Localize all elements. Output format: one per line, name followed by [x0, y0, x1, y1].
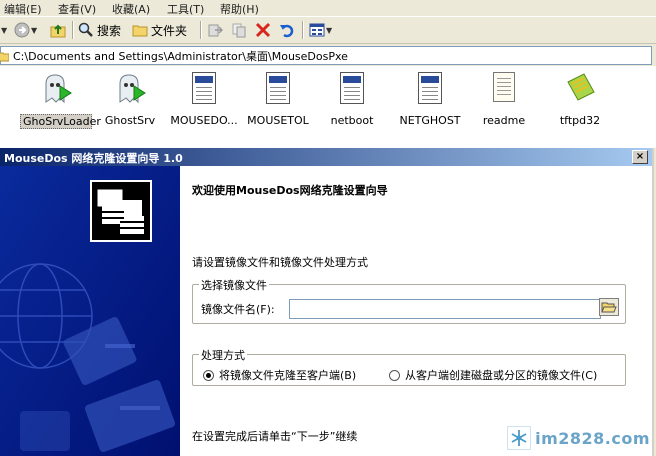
address-field[interactable]: C:\Documents and Settings\Administrator\…: [0, 46, 652, 65]
views-grid-icon: [309, 22, 325, 38]
search-label: 搜索: [97, 23, 122, 38]
file-name: GhoSrvLoader: [20, 114, 101, 129]
watermark-text: im2828.com: [535, 428, 650, 448]
browse-button[interactable]: [599, 298, 619, 316]
toolbar-separator: [200, 21, 202, 39]
wizard-side-banner: [0, 166, 180, 456]
file-item[interactable]: MOUSETOL: [242, 72, 314, 127]
folders-label: 文件夹: [151, 23, 188, 38]
copy-to-button[interactable]: [231, 20, 247, 40]
file-item[interactable]: netboot: [316, 72, 388, 127]
ghost-server-icon: [114, 72, 146, 106]
radio-create-image-label: 从客户端创建磁盘或分区的镜像文件(C): [405, 369, 598, 382]
file-name: MOUSEDO...: [170, 114, 238, 127]
wizard-content: 欢迎使用MouseDos网络克隆设置向导 请设置镜像文件和镜像文件处理方式 选择…: [180, 166, 652, 456]
text-document-icon: [488, 72, 520, 106]
move-to-button[interactable]: [207, 20, 224, 40]
file-item[interactable]: tftpd32: [544, 72, 616, 127]
forward-dropdown-icon[interactable]: ▼: [31, 26, 37, 35]
folder-icon: [0, 50, 10, 62]
file-item[interactable]: readme: [468, 72, 540, 127]
toolbar-separator: [302, 21, 304, 39]
delete-button[interactable]: [255, 20, 271, 40]
file-list: GhoSrvLoader GhostSrv MOUSEDO... MOUSETO…: [0, 66, 656, 148]
file-name: NETGHOST: [399, 114, 461, 127]
file-name: tftpd32: [559, 114, 601, 127]
search-icon: [78, 22, 94, 38]
program-window-icon: [188, 72, 220, 106]
file-name: readme: [482, 114, 526, 127]
wizard-heading: 欢迎使用MouseDos网络克隆设置向导: [192, 184, 388, 197]
menu-tools[interactable]: 工具(T): [167, 1, 204, 17]
back-dropdown-icon[interactable]: ▼: [1, 26, 7, 35]
views-dropdown-icon[interactable]: ▼: [326, 26, 332, 35]
forward-button[interactable]: ▼: [14, 20, 37, 40]
address-bar: C:\Documents and Settings\Administrator\…: [0, 44, 656, 66]
menu-view[interactable]: 查看(V): [58, 1, 96, 17]
folder-icon: [132, 22, 148, 38]
toolbar: ▼ ▼ 搜索 文件夹 ▼: [0, 17, 656, 44]
watermark: im2828.com: [507, 426, 650, 450]
image-file-group-legend: 选择镜像文件: [199, 277, 269, 293]
search-button[interactable]: 搜索: [78, 20, 121, 40]
wizard-footer-hint: 在设置完成后请单击“下一步”继续: [192, 430, 358, 443]
file-item[interactable]: MOUSEDO...: [168, 72, 240, 127]
file-name: netboot: [330, 114, 374, 127]
radio-button-selected[interactable]: [203, 369, 214, 381]
file-item[interactable]: GhostSrv: [94, 72, 166, 127]
up-folder-icon: [50, 22, 66, 38]
up-folder-button[interactable]: [50, 20, 66, 40]
network-computers-icon: [90, 180, 152, 242]
ghost-server-icon: [40, 72, 72, 106]
address-path: C:\Documents and Settings\Administrator\…: [13, 49, 348, 63]
views-button[interactable]: ▼: [309, 20, 332, 40]
close-button[interactable]: ×: [632, 150, 648, 164]
folders-button[interactable]: 文件夹: [132, 20, 187, 40]
image-file-input[interactable]: [289, 299, 601, 319]
open-folder-icon: [601, 302, 617, 313]
radio-clone-to-client[interactable]: 将镜像文件克隆至客户端(B): [203, 367, 356, 383]
dialog-title: MouseDos 网络克隆设置向导 1.0: [4, 152, 183, 165]
radio-clone-to-client-label: 将镜像文件克隆至客户端(B): [219, 369, 357, 382]
file-name: MOUSETOL: [247, 114, 309, 127]
file-item[interactable]: GhoSrvLoader: [20, 72, 101, 129]
processing-mode-group: 处理方式 将镜像文件克隆至客户端(B) 从客户端创建磁盘或分区的镜像文件(C): [192, 347, 626, 386]
copy-to-icon: [231, 22, 247, 38]
file-item[interactable]: NETGHOST: [394, 72, 466, 127]
radio-button[interactable]: [389, 369, 400, 381]
program-window-icon: [262, 72, 294, 106]
dialog-titlebar[interactable]: MouseDos 网络克隆设置向导 1.0 ×: [0, 148, 652, 166]
menu-bar: 编辑(E) 查看(V) 收藏(A) 工具(T) 帮助(H): [0, 0, 656, 16]
menu-favorites[interactable]: 收藏(A): [112, 1, 150, 17]
menu-edit[interactable]: 编辑(E): [4, 1, 42, 17]
radio-create-image-from-client[interactable]: 从客户端创建磁盘或分区的镜像文件(C): [389, 367, 597, 383]
undo-icon: [279, 22, 295, 38]
undo-button[interactable]: [279, 20, 295, 40]
file-name: GhostSrv: [104, 114, 156, 127]
back-button[interactable]: ▼: [0, 20, 7, 40]
network-card-icon: [564, 72, 596, 106]
program-window-icon: [414, 72, 446, 106]
setup-wizard-dialog: MouseDos 网络克隆设置向导 1.0 × 欢迎使用MouseDos网络克隆…: [0, 148, 654, 456]
program-window-icon: [336, 72, 368, 106]
move-to-icon: [207, 22, 224, 38]
processing-mode-group-legend: 处理方式: [199, 347, 247, 363]
image-file-name-label: 镜像文件名(F):: [201, 303, 275, 316]
menu-help[interactable]: 帮助(H): [220, 1, 259, 17]
snowflake-logo-icon: [507, 426, 532, 450]
wizard-prompt: 请设置镜像文件和镜像文件处理方式: [192, 256, 368, 269]
forward-arrow-icon: [14, 22, 30, 38]
delete-x-icon: [255, 22, 271, 38]
toolbar-separator: [72, 21, 74, 39]
image-file-group: 选择镜像文件 镜像文件名(F):: [192, 277, 626, 324]
